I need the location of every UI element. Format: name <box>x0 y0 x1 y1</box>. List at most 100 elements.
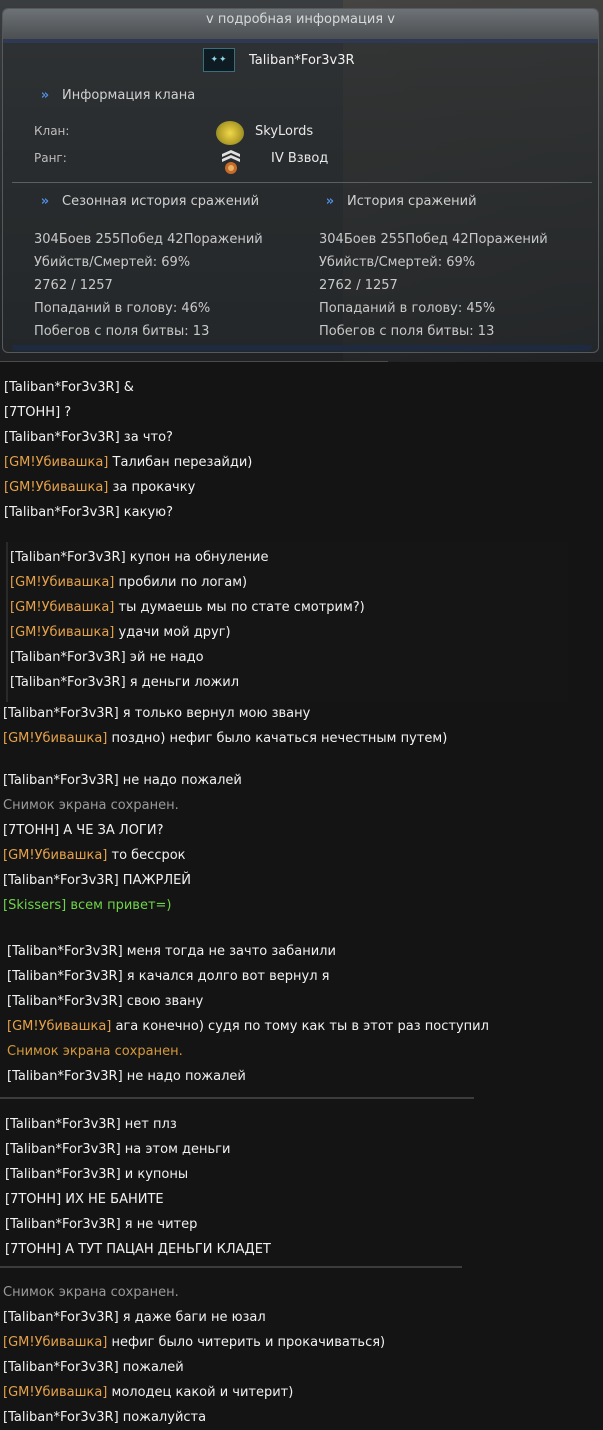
chat-message-text: нефиг было читерить и прокачиваться) <box>107 1335 386 1350</box>
chat-message-text: & <box>119 380 134 395</box>
chat-message-text: я только вернул мою звану <box>118 706 311 721</box>
chat-message-text: и купоны <box>120 1167 189 1182</box>
clan-info-section-header[interactable]: » Информация клана <box>38 88 195 103</box>
player-info-panel: v подробная информация v ✦✦ Taliban*For3… <box>0 0 603 362</box>
battle-history-header[interactable]: » История сражений <box>323 194 477 209</box>
chat-message: [Taliban*For3v3R] ПАЖРЛЕЙ <box>3 873 191 888</box>
chat-sender-name[interactable]: [Taliban*For3v3R] <box>5 1117 121 1132</box>
chat-sender-name[interactable]: [Taliban*For3v3R] <box>7 969 123 984</box>
chat-message-text: меня тогда не зачто забанили <box>122 944 336 959</box>
chat-message-text: нет плз <box>120 1117 177 1132</box>
chat-message-text: ПАЖРЛЕЙ <box>118 873 192 888</box>
chat-sender-name[interactable]: [Taliban*For3v3R] <box>7 994 123 1009</box>
chat-sender-name[interactable]: [GM!Убивашка] <box>3 848 107 863</box>
chat-sender-name[interactable]: [Taliban*For3v3R] <box>7 1069 123 1084</box>
chat-sender-name[interactable]: [Taliban*For3v3R] <box>7 944 123 959</box>
chat-sender-name[interactable]: [7ТОНН] <box>4 405 60 420</box>
chat-sender-name[interactable]: [Taliban*For3v3R] <box>3 706 119 721</box>
chat-sender-name[interactable]: [Taliban*For3v3R] <box>4 430 120 445</box>
chevron-right-icon: » <box>40 193 50 209</box>
chat-message-text: не надо пожалей <box>122 1069 246 1084</box>
chat-message: [GM!Убивашка] молодец какой и читерит) <box>3 1385 293 1400</box>
chat-separator <box>0 1097 474 1099</box>
chat-sender-name[interactable]: [GM!Убивашка] <box>10 625 114 640</box>
chat-message-text: ты думаешь мы по стате смотрим?) <box>114 600 365 615</box>
chat-sender-name[interactable]: [Taliban*For3v3R] <box>3 873 119 888</box>
chat-message: [Taliban*For3v3R] я только вернул мою зв… <box>3 706 310 721</box>
panel-title[interactable]: v подробная информация v <box>206 12 395 27</box>
chat-message-text: А ТУТ ПАЦАН ДЕНЬГИ КЛАДЕТ <box>61 1242 271 1257</box>
clan-value[interactable]: SkyLords <box>255 124 313 139</box>
chat-sender-name[interactable]: [Taliban*For3v3R] <box>10 675 126 690</box>
chat-sender-name[interactable]: [Taliban*For3v3R] <box>3 1310 119 1325</box>
chat-message: [7ТОНН] ? <box>4 405 71 420</box>
rank-label: Ранг: <box>34 151 67 165</box>
clan-info-section-label: Информация клана <box>62 88 196 103</box>
player-row: ✦✦ Taliban*For3v3R <box>203 47 355 73</box>
chat-message: [GM!Убивашка] ага конечно) судя по тому … <box>7 1019 489 1034</box>
chat-sender-name[interactable]: [7ТОНН] <box>5 1192 61 1207</box>
chat-sender-name[interactable]: [Taliban*For3v3R] <box>10 550 126 565</box>
chat-sender-name[interactable]: [GM!Убивашка] <box>10 600 114 615</box>
chat-message: [Taliban*For3v3R] эй не надо <box>10 650 204 665</box>
chat-message-text: Талибан перезайди) <box>108 455 253 470</box>
chat-message-text: поздно) нефиг было качаться нечестным пу… <box>107 731 448 746</box>
chat-sender-name[interactable]: [GM!Убивашка] <box>10 575 114 590</box>
chat-message: [Taliban*For3v3R] на этом деньги <box>5 1142 230 1157</box>
history-stat-battles: 304Боев 255Побед 42Поражений <box>319 232 548 247</box>
chat-message: [GM!Убивашка] Талибан перезайди) <box>4 455 252 470</box>
chat-sender-name[interactable]: [Taliban*For3v3R] <box>4 505 120 520</box>
system-message: Снимок экрана сохранен. <box>3 798 179 813</box>
chat-sender-name[interactable]: [Taliban*For3v3R] <box>3 1360 119 1375</box>
chat-sender-name[interactable]: [Taliban*For3v3R] <box>5 1217 121 1232</box>
chat-message: Снимок экрана сохранен. <box>3 1285 179 1300</box>
chat-message-text: ? <box>60 405 72 420</box>
chat-message-text: я деньги ложил <box>125 675 240 690</box>
chat-sender-name[interactable]: [GM!Убивашка] <box>3 1335 107 1350</box>
chat-message: [Taliban*For3v3R] & <box>4 380 134 395</box>
chat-message: [GM!Убивашка] пробили по логам) <box>10 575 247 590</box>
chat-sender-name[interactable]: [GM!Убивашка] <box>3 731 107 746</box>
chat-sender-name[interactable]: [Taliban*For3v3R] <box>5 1142 121 1157</box>
player-rank-icon: ✦✦ <box>203 48 235 72</box>
battle-history-label: История сражений <box>347 194 477 209</box>
chat-message: [Taliban*For3v3R] нет плз <box>5 1117 177 1132</box>
chat-sender-name[interactable]: [GM!Убивашка] <box>3 1385 107 1400</box>
chat-message-text: за что? <box>119 430 173 445</box>
chat-message-text: не надо пожалей <box>118 773 242 788</box>
season-stat-escapes: Побегов с поля битвы: 13 <box>34 324 210 339</box>
chat-sender-name[interactable]: [7ТОНН] <box>5 1242 61 1257</box>
chat-sender-name[interactable]: [Taliban*For3v3R] <box>4 380 120 395</box>
panel-divider <box>12 182 592 183</box>
chat-sender-name[interactable]: [GM!Убивашка] <box>4 480 108 495</box>
chat-message-text: я не читер <box>120 1217 198 1232</box>
chat-message-text: я качался долго вот вернул я <box>122 969 330 984</box>
chat-sender-name[interactable]: [Taliban*For3v3R] <box>5 1167 121 1182</box>
chat-sender-name[interactable]: [Taliban*For3v3R] <box>10 650 126 665</box>
chat-sender-name[interactable]: [GM!Убивашка] <box>4 455 108 470</box>
chat-message: [Taliban*For3v3R] не надо пожалей <box>7 1069 246 1084</box>
chat-message: [7ТОНН] ИХ НЕ БАНИТЕ <box>5 1192 164 1207</box>
chat-message: [Taliban*For3v3R] я деньги ложил <box>10 675 239 690</box>
chat-message-text: А ЧЕ ЗА ЛОГИ? <box>59 823 164 838</box>
chat-sender-name[interactable]: [Skissers] <box>3 898 66 913</box>
chat-message: [GM!Убивашка] то бессрок <box>3 848 186 863</box>
chat-sender-name[interactable]: [Taliban*For3v3R] <box>3 773 119 788</box>
chat-sender-name[interactable]: [Taliban*For3v3R] <box>3 1410 119 1425</box>
rank-value: IV Взвод <box>271 151 329 166</box>
history-stat-escapes: Побегов с поля битвы: 13 <box>319 324 495 339</box>
chat-sender-name[interactable]: [GM!Убивашка] <box>7 1019 111 1034</box>
history-stat-kills-deaths: 2762 / 1257 <box>319 278 398 293</box>
chat-message: [GM!Убивашка] удачи мой друг) <box>10 625 231 640</box>
chat-message: [GM!Убивашка] нефиг было читерить и прок… <box>3 1335 385 1350</box>
chat-message: [Taliban*For3v3R] не надо пожалей <box>3 773 242 788</box>
chat-message: [Taliban*For3v3R] какую? <box>4 505 173 520</box>
panel-title-bar[interactable]: v подробная информация v <box>3 9 598 39</box>
chat-message-text: ИХ НЕ БАНИТЕ <box>61 1192 164 1207</box>
chat-message: [Taliban*For3v3R] меня тогда не зачто за… <box>7 944 336 959</box>
chat-message-text: за прокачку <box>108 480 196 495</box>
season-history-header[interactable]: » Сезонная история сражений <box>38 194 259 209</box>
chat-sender-name[interactable]: [7ТОНН] <box>3 823 59 838</box>
history-stats: 304Боев 255Побед 42Поражений Убийств/Сме… <box>319 228 548 343</box>
chat-message: [Taliban*For3v3R] и купоны <box>5 1167 188 1182</box>
